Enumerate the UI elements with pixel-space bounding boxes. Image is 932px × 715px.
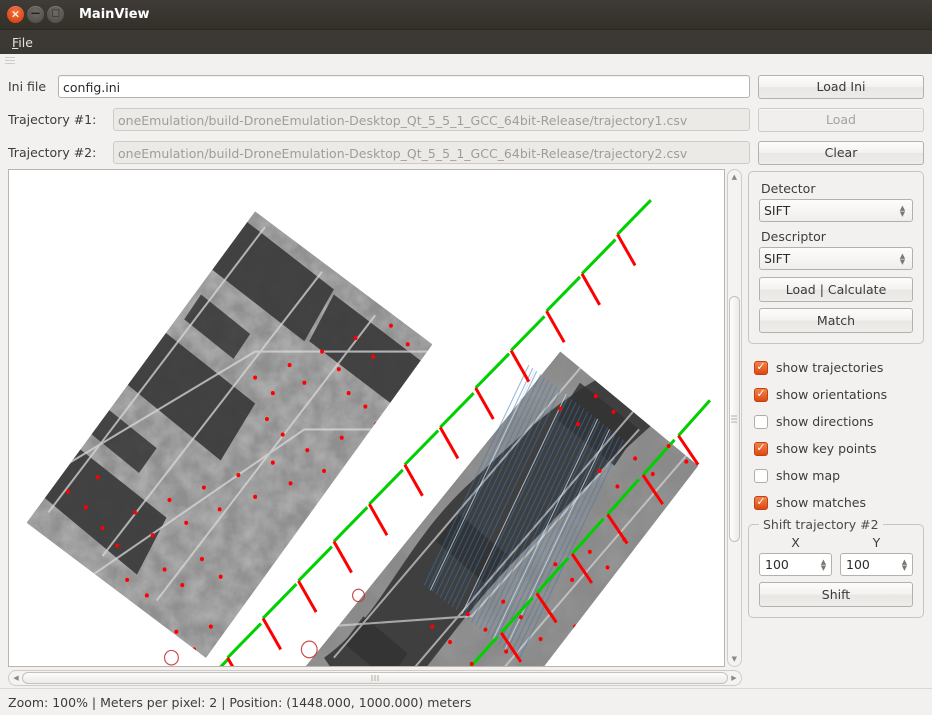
- main-area: ▲ ▼ ◀ ▶ Detector SIFT ▲ ▼ Descriptor SIF…: [0, 169, 932, 688]
- trajectory1-row: Trajectory #1: oneEmulation/build-DroneE…: [8, 103, 924, 136]
- vertical-scroll-track[interactable]: [728, 183, 741, 653]
- trajectory1-input[interactable]: oneEmulation/build-DroneEmulation-Deskto…: [113, 108, 750, 131]
- scroll-right-arrow[interactable]: ▶: [728, 672, 740, 684]
- display-options: ✓ show trajectories ✓ show orientations …: [754, 354, 924, 516]
- check-icon: ✓: [756, 441, 766, 454]
- shift-x-column: X 100 ▲ ▼: [759, 535, 832, 576]
- shift-x-label: X: [791, 535, 800, 550]
- scroll-grip-icon: [731, 415, 738, 423]
- toolbar-grip[interactable]: [0, 54, 932, 67]
- menu-item-file[interactable]: File: [0, 33, 41, 52]
- viewport-area: ▲ ▼ ◀ ▶: [8, 169, 742, 688]
- scroll-down-arrow[interactable]: ▼: [728, 653, 740, 665]
- checkbox-icon[interactable]: ✓: [754, 360, 768, 375]
- shift-y-value: 100: [846, 557, 870, 572]
- trajectory2-label: Trajectory #2:: [8, 145, 97, 160]
- horizontal-scroll-thumb[interactable]: [22, 672, 728, 684]
- shift-group-title: Shift trajectory #2: [759, 517, 883, 532]
- vertical-scroll-thumb[interactable]: [728, 295, 740, 543]
- checkbox-label: show matches: [776, 495, 867, 510]
- menu-file-rest: ile: [18, 34, 33, 50]
- shift-button[interactable]: Shift: [759, 582, 913, 607]
- map-canvas[interactable]: [8, 169, 725, 667]
- shift-x-input[interactable]: 100 ▲ ▼: [759, 553, 832, 576]
- checkbox-label: show directions: [776, 414, 874, 429]
- check-icon: ✓: [756, 360, 766, 373]
- stepper-updown-icon[interactable]: ▲ ▼: [899, 558, 910, 571]
- scroll-left-arrow[interactable]: ◀: [10, 672, 22, 684]
- maximize-icon: □: [51, 8, 60, 19]
- load-ini-button[interactable]: Load Ini: [758, 74, 924, 99]
- clear-button[interactable]: Clear: [758, 140, 924, 165]
- descriptor-select[interactable]: SIFT ▲ ▼: [759, 247, 913, 270]
- stepper-updown-icon[interactable]: ▲ ▼: [818, 558, 829, 571]
- scroll-up-arrow[interactable]: ▲: [728, 171, 740, 183]
- file-form: Ini file config.ini Load Ini Trajectory …: [0, 67, 932, 169]
- shift-x-value: 100: [765, 557, 789, 572]
- minimize-icon: −: [30, 6, 41, 22]
- checkbox-show-matches[interactable]: ✓ show matches: [754, 489, 924, 516]
- check-icon: ✓: [756, 387, 766, 400]
- shift-trajectory-group: Shift trajectory #2 X 100 ▲▼ Y 100 ▲▼: [748, 517, 924, 618]
- load-calculate-button[interactable]: Load | Calculate: [759, 277, 913, 302]
- ini-file-row: Ini file config.ini Load Ini: [8, 70, 924, 103]
- detector-select[interactable]: SIFT ▲ ▼: [759, 199, 913, 222]
- shift-y-label: Y: [872, 535, 881, 550]
- checkbox-label: show trajectories: [776, 360, 884, 375]
- grip-lines-icon: [5, 57, 15, 64]
- horizontal-scrollbar[interactable]: ◀ ▶: [8, 670, 742, 686]
- shift-y-input[interactable]: 100 ▲ ▼: [840, 553, 913, 576]
- checkbox-icon[interactable]: ✓: [754, 387, 768, 402]
- descriptor-label: Descriptor: [761, 229, 826, 244]
- trajectory2-row: Trajectory #2: oneEmulation/build-DroneE…: [8, 136, 924, 169]
- feature-settings-group: Detector SIFT ▲ ▼ Descriptor SIFT ▲ ▼ Load…: [748, 171, 924, 344]
- checkbox-icon[interactable]: [754, 468, 768, 483]
- menu-bar: File: [0, 30, 932, 54]
- vertical-scrollbar[interactable]: ▲ ▼: [726, 169, 742, 667]
- shift-y-column: Y 100 ▲ ▼: [840, 535, 913, 576]
- chevron-updown-icon[interactable]: ▲ ▼: [897, 252, 908, 265]
- minimize-window-button[interactable]: −: [27, 6, 44, 23]
- checkbox-label: show orientations: [776, 387, 888, 402]
- checkbox-show-key-points[interactable]: ✓ show key points: [754, 435, 924, 462]
- load-trajectory-button[interactable]: Load: [758, 107, 924, 132]
- checkbox-icon[interactable]: ✓: [754, 441, 768, 456]
- maximize-window-button[interactable]: □: [47, 6, 64, 23]
- scroll-grip-icon: [371, 675, 379, 681]
- checkbox-label: show key points: [776, 441, 877, 456]
- checkbox-show-trajectories[interactable]: ✓ show trajectories: [754, 354, 924, 381]
- trajectory1-label: Trajectory #1:: [8, 112, 97, 127]
- main-window: × − □ MainView File Ini file config.ini …: [0, 0, 932, 715]
- detector-value: SIFT: [764, 203, 791, 218]
- check-icon: ✓: [756, 495, 766, 508]
- checkbox-icon[interactable]: ✓: [754, 495, 768, 510]
- title-bar: × − □ MainView: [0, 0, 932, 30]
- ini-file-input[interactable]: config.ini: [58, 75, 750, 98]
- viewport-row: ▲ ▼: [8, 169, 742, 667]
- ini-file-label: Ini file: [8, 79, 47, 94]
- side-panel: Detector SIFT ▲ ▼ Descriptor SIFT ▲ ▼ Load…: [748, 169, 924, 688]
- close-icon: ×: [10, 7, 21, 21]
- detector-label: Detector: [761, 181, 816, 196]
- status-text: Zoom: 100% | Meters per pixel: 2 | Posit…: [8, 694, 472, 710]
- status-bar: Zoom: 100% | Meters per pixel: 2 | Posit…: [0, 688, 932, 715]
- chevron-updown-icon[interactable]: ▲ ▼: [897, 204, 908, 217]
- trajectory2-input[interactable]: oneEmulation/build-DroneEmulation-Deskto…: [113, 141, 750, 164]
- trajectory-visualization: [9, 170, 724, 666]
- checkbox-show-map[interactable]: show map: [754, 462, 924, 489]
- checkbox-show-orientations[interactable]: ✓ show orientations: [754, 381, 924, 408]
- horizontal-scroll-track[interactable]: [22, 671, 728, 685]
- match-button[interactable]: Match: [759, 308, 913, 333]
- checkbox-show-directions[interactable]: show directions: [754, 408, 924, 435]
- descriptor-value: SIFT: [764, 251, 791, 266]
- window-title: MainView: [79, 7, 150, 22]
- close-window-button[interactable]: ×: [7, 6, 24, 23]
- shift-inputs-row: X 100 ▲ ▼ Y 100 ▲ ▼: [759, 535, 913, 576]
- checkbox-label: show map: [776, 468, 841, 483]
- checkbox-icon[interactable]: [754, 414, 768, 429]
